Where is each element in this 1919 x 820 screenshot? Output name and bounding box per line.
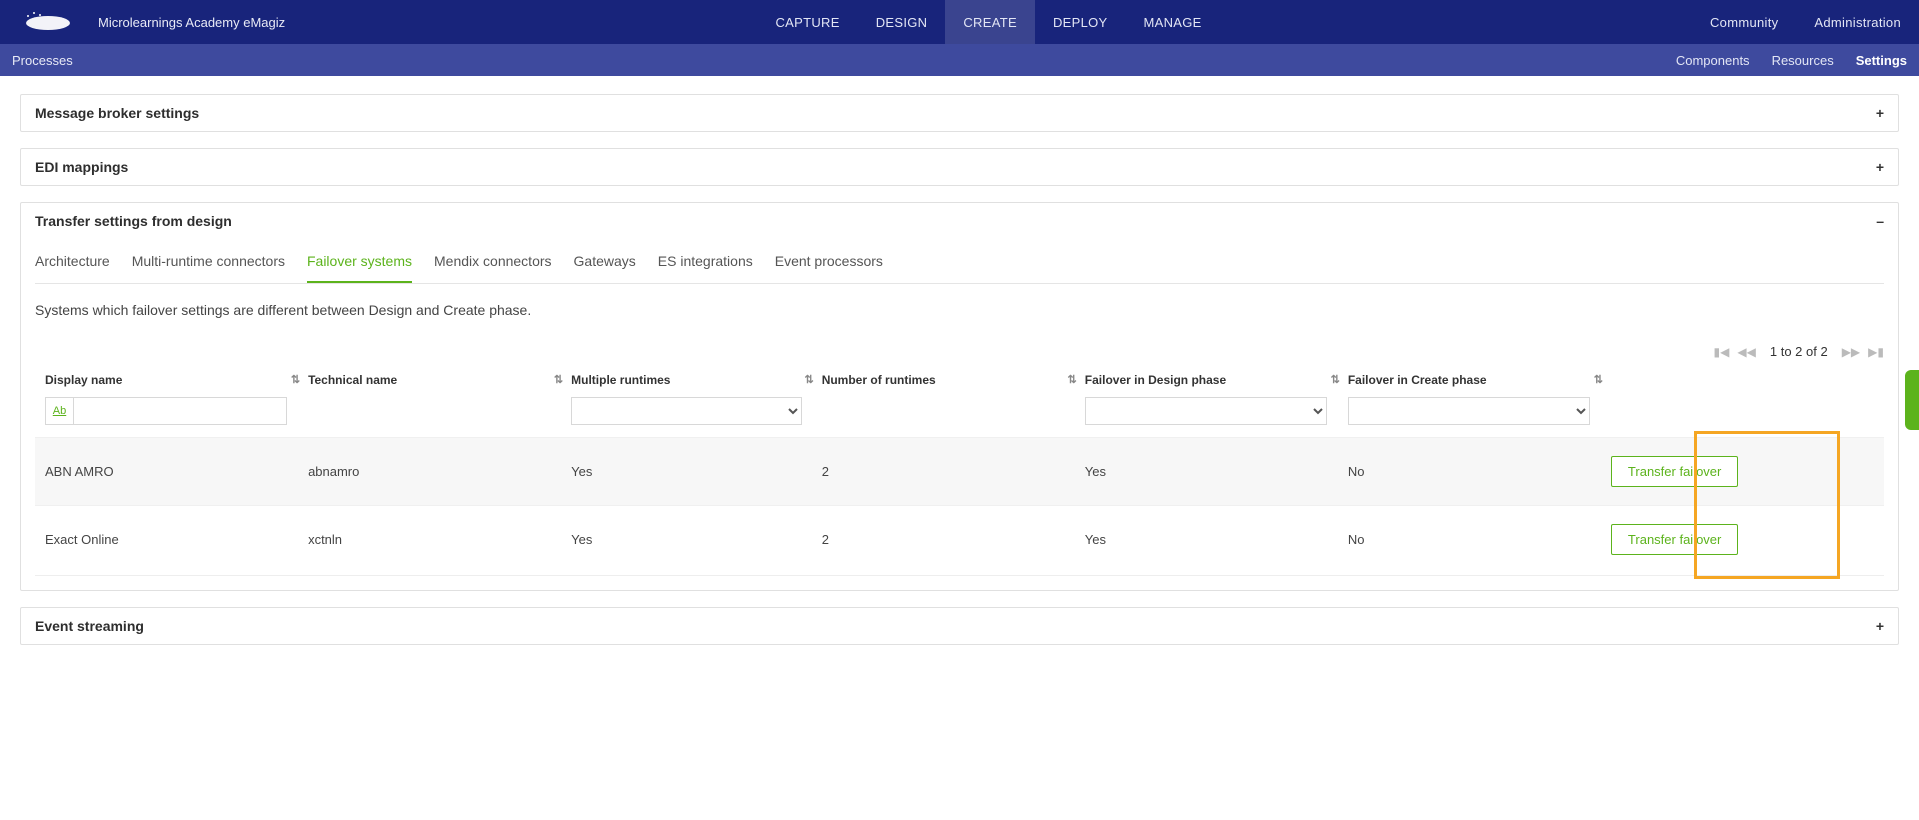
nav-create[interactable]: CREATE <box>945 0 1035 44</box>
tab-mendix-connectors[interactable]: Mendix connectors <box>434 253 552 283</box>
panel-message-broker[interactable]: Message broker settings + <box>21 95 1898 131</box>
panel-edi-mappings[interactable]: EDI mappings + <box>21 149 1898 185</box>
cell-number: 2 <box>822 464 1085 479</box>
cell-display: Exact Online <box>45 532 308 547</box>
col-display-name[interactable]: Display name⇅ <box>45 373 308 387</box>
nav-manage[interactable]: MANAGE <box>1125 0 1219 44</box>
expand-icon: + <box>1876 105 1884 121</box>
cell-display: ABN AMRO <box>45 464 308 479</box>
col-actions <box>1611 373 1874 387</box>
pager-first-icon[interactable]: ▮◀ <box>1714 345 1730 359</box>
sort-icon: ⇅ <box>291 373 300 386</box>
subnav-resources[interactable]: Resources <box>1772 53 1834 68</box>
transfer-failover-button[interactable]: Transfer failover <box>1611 524 1738 555</box>
nav-capture[interactable]: CAPTURE <box>757 0 857 44</box>
panel-title-edi: EDI mappings <box>35 159 128 175</box>
sort-icon: ⇅ <box>1594 373 1603 386</box>
logo <box>18 10 78 34</box>
filter-display-name[interactable] <box>74 398 286 424</box>
panel-title-transfer: Transfer settings from design <box>35 213 232 229</box>
tab-gateways[interactable]: Gateways <box>574 253 636 283</box>
table-row[interactable]: ABN AMRO abnamro Yes 2 Yes No Transfer f… <box>35 437 1884 505</box>
panel-title-broker: Message broker settings <box>35 105 199 121</box>
cell-fcreate: No <box>1348 464 1611 479</box>
tab-es-integrations[interactable]: ES integrations <box>658 253 753 283</box>
col-failover-design[interactable]: Failover in Design phase⇅ <box>1085 373 1348 387</box>
nav-deploy[interactable]: DEPLOY <box>1035 0 1126 44</box>
cell-fdesign: Yes <box>1085 532 1348 547</box>
panel-transfer-settings[interactable]: Transfer settings from design – <box>21 203 1898 239</box>
cell-technical: xctnln <box>308 532 571 547</box>
cell-multiple: Yes <box>571 464 822 479</box>
sort-icon: ⇅ <box>1068 373 1077 386</box>
filter-mode-icon[interactable]: Ab <box>46 398 74 424</box>
pager-text: 1 to 2 of 2 <box>1770 344 1828 359</box>
pager-last-icon[interactable]: ▶▮ <box>1868 345 1884 359</box>
expand-icon: + <box>1876 618 1884 634</box>
side-feedback-tab[interactable] <box>1905 370 1919 430</box>
nav-design[interactable]: DESIGN <box>858 0 946 44</box>
cell-fdesign: Yes <box>1085 464 1348 479</box>
expand-icon: + <box>1876 159 1884 175</box>
nav-administration[interactable]: Administration <box>1796 0 1919 44</box>
col-technical-name[interactable]: Technical name⇅ <box>308 373 571 387</box>
tab-multi-runtime[interactable]: Multi-runtime connectors <box>132 253 285 283</box>
filter-multiple-runtimes[interactable] <box>571 397 802 425</box>
transfer-failover-button[interactable]: Transfer failover <box>1611 456 1738 487</box>
cell-multiple: Yes <box>571 532 822 547</box>
col-number-runtimes[interactable]: Number of runtimes⇅ <box>822 373 1085 387</box>
subnav-settings[interactable]: Settings <box>1856 53 1907 68</box>
table-row[interactable]: Exact Online xctnln Yes 2 Yes No Transfe… <box>35 505 1884 573</box>
filter-failover-design[interactable] <box>1085 397 1327 425</box>
pager-next-icon[interactable]: ▶▶ <box>1842 345 1860 359</box>
sort-icon: ⇅ <box>1331 373 1340 386</box>
collapse-icon: – <box>1876 213 1884 229</box>
filter-failover-create[interactable] <box>1348 397 1590 425</box>
subnav-components[interactable]: Components <box>1676 53 1750 68</box>
sort-icon: ⇅ <box>804 373 813 386</box>
tab-failover-systems[interactable]: Failover systems <box>307 253 412 283</box>
brand-title: Microlearnings Academy eMagiz <box>98 15 285 30</box>
cell-number: 2 <box>822 532 1085 547</box>
pager-prev-icon[interactable]: ◀◀ <box>1737 345 1755 359</box>
col-failover-create[interactable]: Failover in Create phase⇅ <box>1348 373 1611 387</box>
nav-community[interactable]: Community <box>1692 0 1796 44</box>
subbar-processes[interactable]: Processes <box>12 53 73 68</box>
tab-architecture[interactable]: Architecture <box>35 253 110 283</box>
panel-title-event: Event streaming <box>35 618 144 634</box>
panel-event-streaming[interactable]: Event streaming + <box>21 608 1898 644</box>
transfer-description: Systems which failover settings are diff… <box>35 302 1884 318</box>
cell-technical: abnamro <box>308 464 571 479</box>
cell-fcreate: No <box>1348 532 1611 547</box>
col-multiple-runtimes[interactable]: Multiple runtimes⇅ <box>571 373 822 387</box>
tab-event-processors[interactable]: Event processors <box>775 253 883 283</box>
sort-icon: ⇅ <box>554 373 563 386</box>
